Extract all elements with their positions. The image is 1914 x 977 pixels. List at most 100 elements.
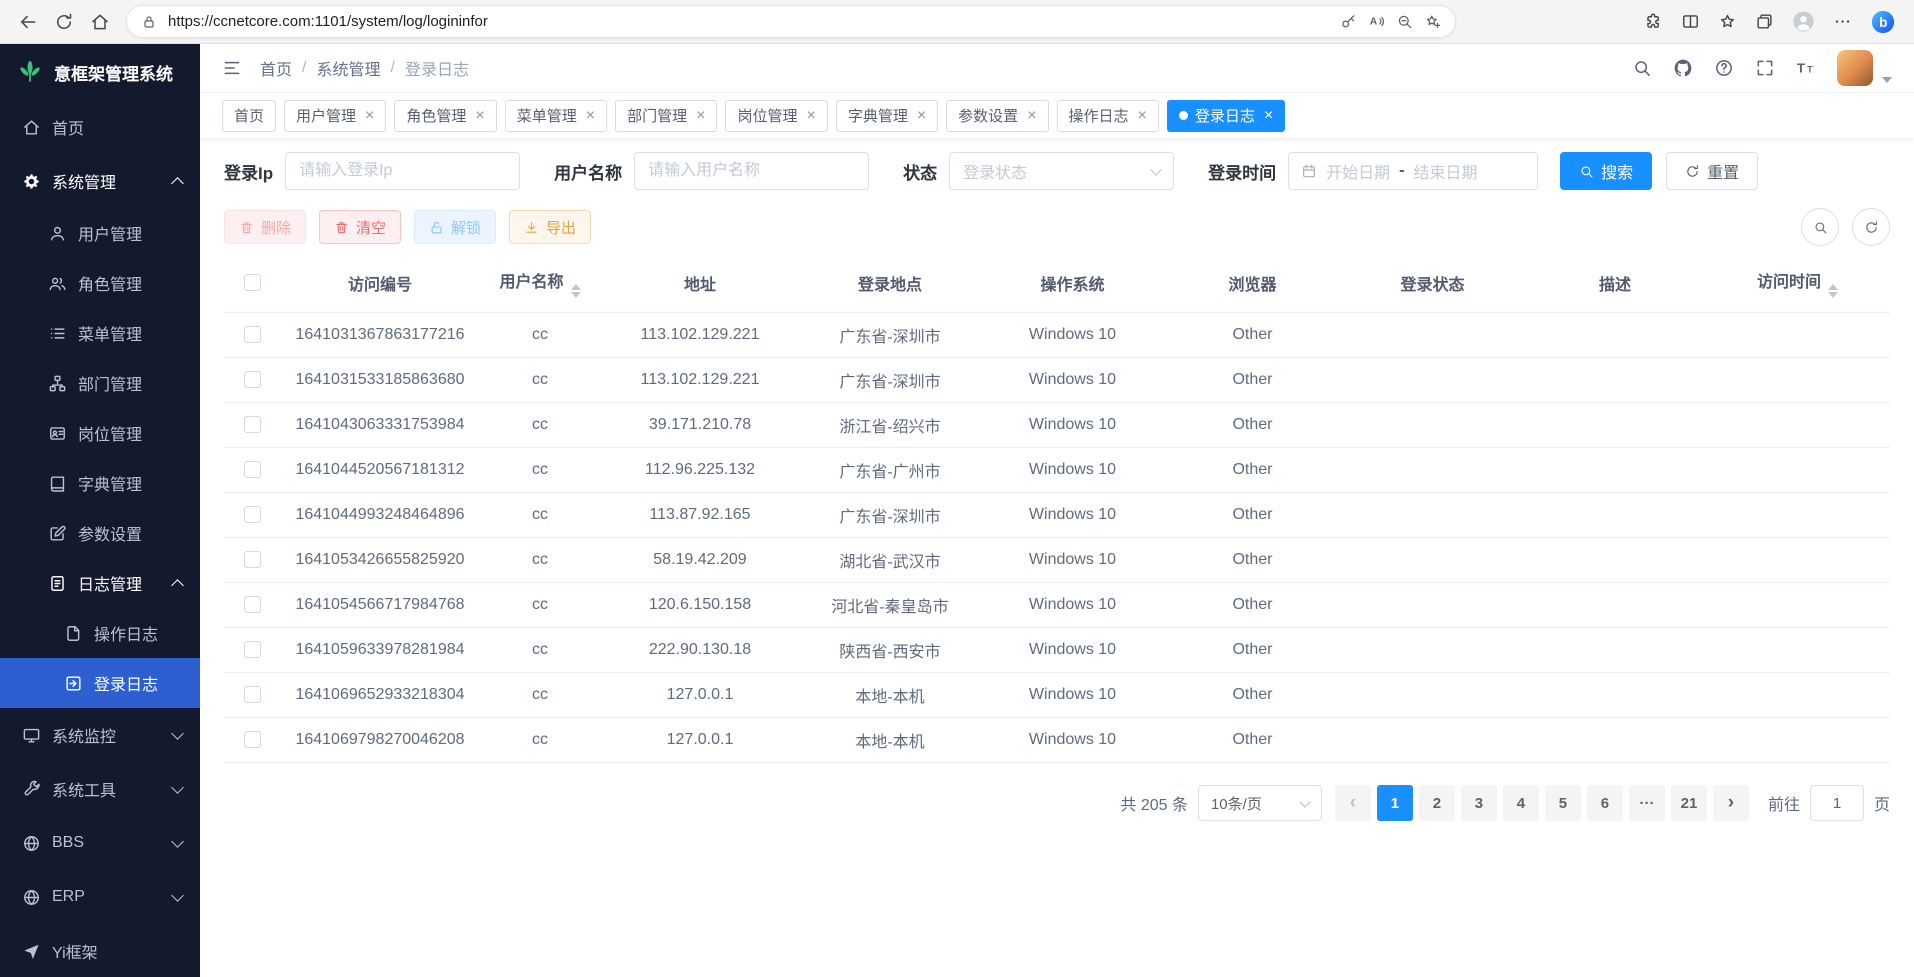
sidebar-item-loginlog[interactable]: 登录日志	[0, 658, 200, 708]
close-icon[interactable]: ×	[696, 108, 705, 124]
column-header[interactable]: 用户名称	[480, 254, 600, 313]
github-icon[interactable]	[1673, 58, 1693, 78]
sidebar-item-dept[interactable]: 部门管理	[0, 358, 200, 408]
search-icon[interactable]	[1632, 58, 1652, 78]
question-icon[interactable]	[1714, 58, 1734, 78]
favorite-add-icon[interactable]	[1424, 13, 1441, 30]
user-avatar[interactable]	[1837, 50, 1873, 86]
address-bar[interactable]: https://ccnetcore.com:1101/system/log/lo…	[126, 5, 1456, 38]
sidebar-item-operlog[interactable]: 操作日志	[0, 608, 200, 658]
sidebar-item-yi[interactable]: Yi框架	[0, 924, 200, 977]
sidebar-item-config[interactable]: 参数设置	[0, 508, 200, 558]
row-checkbox[interactable]	[244, 506, 261, 523]
select-all-checkbox[interactable]	[244, 274, 261, 291]
row-checkbox[interactable]	[244, 461, 261, 478]
key-icon[interactable]	[1340, 13, 1357, 30]
tab-字典管理[interactable]: 字典管理 ×	[836, 100, 938, 132]
toggle-search-button[interactable]	[1801, 208, 1839, 246]
login-ip-input[interactable]	[285, 152, 520, 190]
copilot-icon[interactable]: b	[1870, 9, 1896, 35]
tab-参数设置[interactable]: 参数设置 ×	[946, 100, 1048, 132]
close-icon[interactable]: ×	[1027, 108, 1036, 124]
sidebar-item-log[interactable]: 日志管理	[0, 558, 200, 608]
tab-部门管理[interactable]: 部门管理 ×	[615, 100, 717, 132]
extensions-icon[interactable]	[1644, 12, 1663, 31]
page-button-6[interactable]: 6	[1587, 785, 1623, 821]
tab-岗位管理[interactable]: 岗位管理 ×	[725, 100, 827, 132]
clear-button[interactable]: 清空	[319, 210, 401, 244]
close-icon[interactable]: ×	[1138, 108, 1147, 124]
more-icon[interactable]	[1833, 12, 1852, 31]
row-checkbox[interactable]	[244, 416, 261, 433]
page-button-4[interactable]: 4	[1503, 785, 1539, 821]
sidebar-item-system[interactable]: 系统管理	[0, 154, 200, 208]
close-icon[interactable]: ×	[586, 108, 595, 124]
fullscreen-icon[interactable]	[1755, 58, 1775, 78]
unlock-button[interactable]: 解锁	[414, 210, 496, 244]
close-icon[interactable]: ×	[1264, 108, 1273, 124]
date-range-picker[interactable]: 开始日期 - 结束日期	[1288, 152, 1538, 190]
export-button[interactable]: 导出	[509, 210, 591, 244]
next-page-button[interactable]: ›	[1713, 785, 1749, 821]
collections-icon[interactable]	[1755, 12, 1774, 31]
tab-首页[interactable]: 首页	[222, 100, 276, 132]
status-select[interactable]: 登录状态	[949, 152, 1174, 190]
split-screen-icon[interactable]	[1681, 12, 1700, 31]
tab-用户管理[interactable]: 用户管理 ×	[284, 100, 386, 132]
close-icon[interactable]: ×	[475, 108, 484, 124]
reload-icon[interactable]	[54, 12, 74, 32]
profile-icon[interactable]	[1792, 10, 1815, 33]
favorites-icon[interactable]	[1718, 12, 1737, 31]
close-icon[interactable]: ×	[365, 108, 374, 124]
delete-button[interactable]: 删除	[224, 210, 306, 244]
close-icon[interactable]: ×	[806, 108, 815, 124]
hamburger-icon[interactable]	[222, 58, 242, 78]
url-text[interactable]: https://ccnetcore.com:1101/system/log/lo…	[168, 13, 1329, 30]
tab-操作日志[interactable]: 操作日志 ×	[1057, 100, 1159, 132]
row-checkbox[interactable]	[244, 596, 261, 613]
page-button-5[interactable]: 5	[1545, 785, 1581, 821]
row-checkbox[interactable]	[244, 731, 261, 748]
read-aloud-icon[interactable]: A	[1368, 13, 1385, 30]
reset-button[interactable]: 重置	[1666, 152, 1758, 190]
sidebar-item-post[interactable]: 岗位管理	[0, 408, 200, 458]
sidebar-item-tool[interactable]: 系统工具	[0, 762, 200, 816]
tab-登录日志[interactable]: 登录日志 ×	[1167, 100, 1285, 132]
refresh-table-button[interactable]	[1852, 208, 1890, 246]
page-size-select[interactable]: 10条/页	[1198, 785, 1322, 821]
close-icon[interactable]: ×	[917, 108, 926, 124]
sidebar-item-bbs[interactable]: BBS	[0, 816, 200, 870]
home-icon[interactable]	[90, 12, 110, 32]
row-checkbox[interactable]	[244, 551, 261, 568]
page-button-1[interactable]: 1	[1377, 785, 1413, 821]
page-ellipsis[interactable]: ···	[1629, 785, 1665, 821]
sidebar-item-home[interactable]: 首页	[0, 100, 200, 154]
row-checkbox[interactable]	[244, 371, 261, 388]
caret-down-icon[interactable]	[1882, 77, 1892, 83]
page-button-2[interactable]: 2	[1419, 785, 1455, 821]
font-size-icon[interactable]: TT	[1796, 58, 1816, 78]
prev-page-button[interactable]: ‹	[1335, 785, 1371, 821]
zoom-out-icon[interactable]	[1396, 13, 1413, 30]
row-checkbox[interactable]	[244, 686, 261, 703]
sidebar-item-menu[interactable]: 菜单管理	[0, 308, 200, 358]
sidebar-item-role[interactable]: 角色管理	[0, 258, 200, 308]
sidebar-item-monitor[interactable]: 系统监控	[0, 708, 200, 762]
row-checkbox[interactable]	[244, 326, 261, 343]
tab-角色管理[interactable]: 角色管理 ×	[394, 100, 496, 132]
back-icon[interactable]	[18, 12, 38, 32]
page-button-21[interactable]: 21	[1671, 785, 1707, 821]
sidebar-item-erp[interactable]: ERP	[0, 870, 200, 924]
sidebar-item-dict[interactable]: 字典管理	[0, 458, 200, 508]
breadcrumb-home[interactable]: 首页	[260, 56, 292, 80]
username-input[interactable]	[634, 152, 869, 190]
sidebar-item-user[interactable]: 用户管理	[0, 208, 200, 258]
app-logo[interactable]: 意框架管理系统	[0, 44, 200, 100]
page-button-3[interactable]: 3	[1461, 785, 1497, 821]
row-checkbox[interactable]	[244, 641, 261, 658]
column-header[interactable]: 访问时间	[1705, 254, 1890, 313]
breadcrumb-system[interactable]: 系统管理	[316, 56, 380, 80]
tab-菜单管理[interactable]: 菜单管理 ×	[505, 100, 607, 132]
goto-page-input[interactable]	[1810, 785, 1864, 821]
search-button[interactable]: 搜索	[1560, 152, 1652, 190]
